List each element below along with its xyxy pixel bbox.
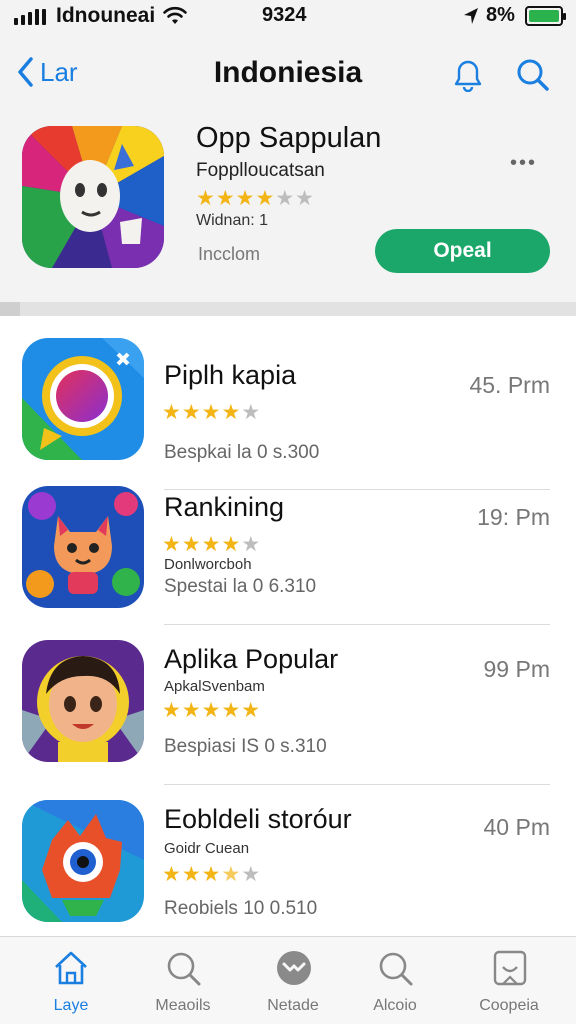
location-arrow-icon (464, 8, 478, 24)
games-icon (277, 951, 311, 985)
rating-stars: ★★★★★ (162, 699, 262, 722)
rating-stars: ★★★★★ (162, 863, 262, 886)
search-icon (379, 952, 413, 986)
tab-bar: Laye Meaoils Netade Alcoio Coopeia (0, 936, 576, 1024)
row-separator (164, 784, 550, 785)
navigation-bar: Lar Indoniesia (0, 34, 576, 118)
page-title: Indoniesia (213, 56, 363, 89)
app-icon (22, 486, 144, 608)
app-meta: Bespiasi IS 0 s.310 (164, 736, 327, 757)
open-button[interactable]: Opeal (375, 229, 550, 273)
home-icon (55, 951, 87, 985)
search-icon (167, 952, 201, 986)
featured-rating-stars: ★★★★★★ (196, 187, 315, 210)
clock: 9324 (262, 4, 307, 26)
tab-label: Meaoils (155, 997, 211, 1014)
app-name: Eobldeli storóur (164, 804, 352, 834)
rating-stars: ★★★★★ (162, 533, 262, 556)
app-subtitle: Goidr Cuean (164, 840, 250, 857)
battery-percent: 8% (486, 4, 515, 26)
featured-app-name: Opp Sappulan (196, 122, 382, 154)
tab-search[interactable]: Meaoils (128, 937, 238, 1024)
tab-label: Netade (267, 997, 319, 1014)
app-icon (22, 800, 144, 922)
app-subtitle: Donlworcboh (164, 556, 252, 573)
app-meta: Bespkai la 0 s.300 (164, 442, 320, 463)
app-list-item[interactable]: Rankining ★★★★★ Donlworcboh Spestai la 0… (0, 486, 576, 636)
more-options-icon[interactable]: ••• (510, 152, 537, 175)
tab-label: Coopeia (479, 997, 539, 1014)
tab-games[interactable]: Netade (238, 937, 348, 1024)
featured-app-developer: Incclom (198, 244, 261, 264)
app-meta: Spestai la 0 6.310 (164, 576, 317, 597)
tab-label: Alcoio (373, 997, 417, 1014)
app-price: 40 Pm (483, 814, 550, 840)
app-list-item[interactable]: Eobldeli storóur Goidr Cuean ★★★★★ Reob… (0, 800, 576, 950)
app-price: 45. Prm (469, 372, 550, 398)
carrier-name: Idnouneai (56, 4, 156, 27)
app-price: 19: Pm (477, 504, 550, 530)
app-list-item[interactable]: Aplika Popular ApkalSvenbam ★★★★★ Bespia… (0, 640, 576, 790)
status-bar: Idnouneai 9324 8% (0, 0, 576, 34)
app-name: Piplh kapia (164, 360, 297, 390)
signal-icon (14, 9, 46, 25)
app-icon (22, 640, 144, 762)
updates-icon (493, 950, 527, 986)
app-icon (22, 338, 144, 460)
battery-icon (525, 6, 566, 26)
bell-icon[interactable] (448, 56, 488, 92)
app-meta: Reobiels 10 0.510 (164, 898, 318, 919)
tab-label: Laye (53, 997, 89, 1014)
section-divider (0, 302, 576, 316)
featured-app-version: Widnan: 1 (196, 212, 269, 229)
search-icon[interactable] (514, 56, 552, 94)
app-list-item[interactable]: Piplh kapia ★★★★★ Bespkai la 0 s.300 45.… (0, 334, 576, 490)
tab-search-2[interactable]: Alcoio (340, 937, 450, 1024)
rating-stars: ★★★★★ (162, 401, 262, 424)
row-separator (164, 624, 550, 625)
featured-app-card[interactable]: Opp Sappulan Fopplloucatsan ★★★★★★ Widna… (0, 118, 576, 302)
featured-app-icon (22, 126, 164, 268)
wifi-icon (163, 6, 187, 24)
app-name: Rankining (164, 492, 285, 522)
app-name: Aplika Popular (164, 644, 339, 674)
app-subtitle: ApkalSvenbam (164, 678, 265, 695)
tab-home[interactable]: Laye (16, 937, 126, 1024)
app-price: 99 Pm (483, 656, 550, 682)
featured-app-subtitle: Fopplloucatsan (196, 160, 325, 181)
tab-updates[interactable]: Coopeia (454, 937, 564, 1024)
